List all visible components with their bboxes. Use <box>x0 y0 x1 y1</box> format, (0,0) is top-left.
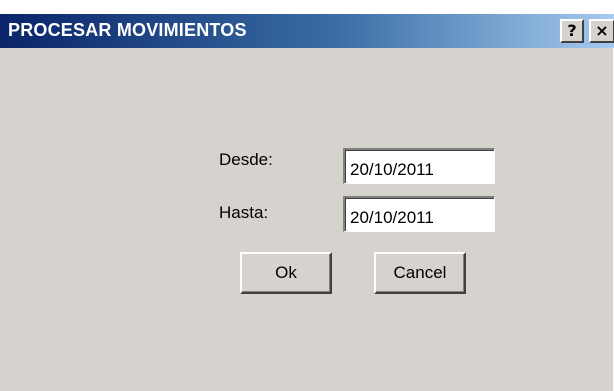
help-icon: ? <box>567 21 577 40</box>
cancel-button[interactable]: Cancel <box>374 252 466 294</box>
dialog-client-area: Desde: Hasta: Ok Cancel <box>0 48 614 391</box>
close-button[interactable]: × <box>589 19 614 43</box>
hasta-date-field[interactable] <box>343 196 495 232</box>
desde-date-field[interactable] <box>343 148 495 184</box>
title-bar[interactable]: PROCESAR MOVIMIENTOS ? × <box>0 14 614 48</box>
window-title: PROCESAR MOVIMIENTOS <box>8 20 247 40</box>
help-button[interactable]: ? <box>560 19 584 43</box>
desde-label: Desde: <box>219 150 273 169</box>
ok-button[interactable]: Ok <box>240 252 332 294</box>
top-strip-overlay <box>0 0 614 14</box>
close-icon: × <box>595 21 609 40</box>
procesar-movimientos-dialog: PROCESAR MOVIMIENTOS ? × Desde: Hasta: O… <box>0 0 614 391</box>
hasta-label: Hasta: <box>219 203 269 222</box>
